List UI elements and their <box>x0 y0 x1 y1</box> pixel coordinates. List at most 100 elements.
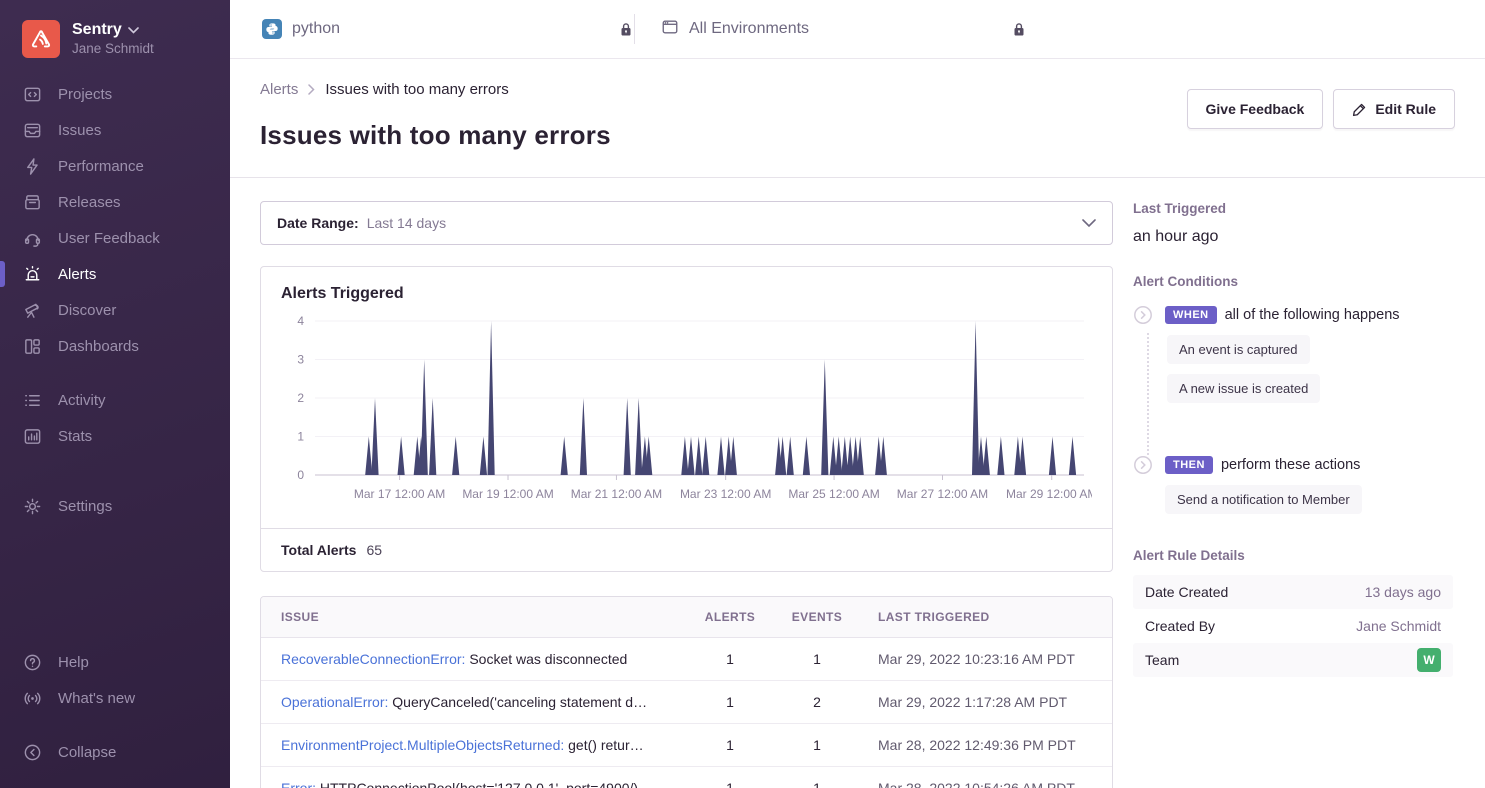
detail-row: Date Created 13 days ago <box>1133 575 1453 609</box>
last-triggered-heading: Last Triggered <box>1133 201 1453 216</box>
topbar: python All Environments <box>230 0 1485 59</box>
when-text: all of the following happens <box>1225 307 1400 323</box>
chart-canvas: 01234Mar 17 12:00 AMMar 19 12:00 AMMar 2… <box>281 313 1092 517</box>
sidebar-item-settings[interactable]: Settings <box>0 488 230 524</box>
table-row: EnvironmentProject.MultipleObjectsReturn… <box>261 724 1112 767</box>
breadcrumb: Alerts Issues with too many errors <box>260 81 611 98</box>
svg-text:Mar 25 12:00 AM: Mar 25 12:00 AM <box>788 487 879 501</box>
collapse-nav: Collapse <box>0 734 230 770</box>
detail-value: Jane Schmidt <box>1356 618 1441 634</box>
alerts-chart-card: Alerts Triggered 01234Mar 17 12:00 AMMar… <box>260 266 1113 572</box>
issue-link[interactable]: EnvironmentProject.MultipleObjectsReturn… <box>281 737 564 753</box>
alerts-icon <box>22 265 42 284</box>
events-count: 2 <box>774 694 860 710</box>
settings-nav: Settings <box>0 488 230 524</box>
action-pill: Send a notification to Member <box>1165 485 1362 514</box>
collapse-icon <box>22 743 42 762</box>
svg-text:Mar 27 12:00 AM: Mar 27 12:00 AM <box>897 487 988 501</box>
secondary-nav: Activity Stats <box>0 382 230 454</box>
sidebar-item-discover[interactable]: Discover <box>0 292 230 328</box>
when-badge: WHEN <box>1165 306 1217 324</box>
sidebar-item-stats[interactable]: Stats <box>0 418 230 454</box>
sidebar-collapse-button[interactable]: Collapse <box>0 734 230 770</box>
primary-nav: Projects Issues Performance Releases Use… <box>0 76 230 364</box>
svg-text:Mar 19 12:00 AM: Mar 19 12:00 AM <box>462 487 553 501</box>
chevron-right-icon <box>308 84 315 95</box>
discover-icon <box>22 301 42 320</box>
issue-link[interactable]: RecoverableConnectionError: <box>281 651 465 667</box>
chevron-down-icon <box>1082 219 1096 228</box>
detail-key: Team <box>1145 652 1179 668</box>
sidebar-item-projects[interactable]: Projects <box>0 76 230 112</box>
alerts-count: 1 <box>686 651 774 667</box>
issue-description: QueryCanceled('canceling statement d… <box>388 694 647 710</box>
user-feedback-icon <box>22 229 42 248</box>
stats-icon <box>22 427 42 446</box>
then-text: perform these actions <box>1221 457 1360 473</box>
breadcrumb-alerts-link[interactable]: Alerts <box>260 81 298 98</box>
issue-description: HTTPConnectionPool(host='127.0.0.1', por… <box>316 780 638 788</box>
give-feedback-button[interactable]: Give Feedback <box>1187 89 1324 129</box>
detail-row: Team W <box>1133 643 1453 677</box>
sidebar-item-alerts[interactable]: Alerts <box>0 256 230 292</box>
edit-rule-button[interactable]: Edit Rule <box>1333 89 1455 129</box>
org-switcher[interactable]: Sentry Jane Schmidt <box>0 16 230 76</box>
svg-text:2: 2 <box>297 391 304 405</box>
broadcast-icon <box>22 689 42 708</box>
issue-link[interactable]: Error: <box>281 780 316 788</box>
org-user: Jane Schmidt <box>72 41 154 58</box>
date-range-value: Last 14 days <box>367 215 446 231</box>
sidebar-item-label: Settings <box>58 498 112 515</box>
gear-icon <box>22 497 42 516</box>
sidebar-item-label: Help <box>58 654 89 671</box>
sidebar-item-dashboards[interactable]: Dashboards <box>0 328 230 364</box>
alerts-count: 1 <box>686 694 774 710</box>
activity-icon <box>22 391 42 410</box>
events-count: 1 <box>774 651 860 667</box>
sidebar-item-whats-new[interactable]: What's new <box>0 680 230 716</box>
then-actions: Send a notification to Member <box>1147 483 1453 514</box>
svg-text:Mar 17 12:00 AM: Mar 17 12:00 AM <box>354 487 445 501</box>
sidebar-item-user-feedback[interactable]: User Feedback <box>0 220 230 256</box>
footer-nav: Help What's new <box>0 644 230 716</box>
alerts-count: 1 <box>686 780 774 788</box>
performance-icon <box>22 157 42 176</box>
chevron-circle-icon <box>1133 305 1153 325</box>
issues-table: ISSUE ALERTS EVENTS LAST TRIGGERED Recov… <box>260 596 1113 788</box>
detail-row: Created By Jane Schmidt <box>1133 609 1453 643</box>
chart-footer: Total Alerts 65 <box>261 528 1112 571</box>
svg-text:Mar 21 12:00 AM: Mar 21 12:00 AM <box>571 487 662 501</box>
alerts-count: 1 <box>686 737 774 753</box>
sidebar-item-label: Alerts <box>58 266 96 283</box>
date-range-dropdown[interactable]: Date Range: Last 14 days <box>260 201 1113 245</box>
when-step: WHEN all of the following happens <box>1133 305 1453 325</box>
last-triggered-timestamp: Mar 28, 2022 12:49:36 PM PDT <box>860 737 1092 753</box>
issue-description: get() retur… <box>564 737 643 753</box>
alert-conditions-heading: Alert Conditions <box>1133 274 1453 289</box>
detail-value: 13 days ago <box>1365 584 1441 600</box>
dashboards-icon <box>22 337 42 356</box>
sidebar-item-performance[interactable]: Performance <box>0 148 230 184</box>
environment-selector[interactable]: All Environments <box>635 18 1027 41</box>
column-alerts: ALERTS <box>686 610 774 624</box>
sidebar-item-activity[interactable]: Activity <box>0 382 230 418</box>
lock-icon <box>618 21 634 38</box>
active-indicator <box>0 261 5 287</box>
sidebar-item-label: Activity <box>58 392 106 409</box>
column-last-triggered: LAST TRIGGERED <box>860 610 1092 624</box>
detail-key: Created By <box>1145 618 1215 634</box>
chevron-circle-icon <box>1133 455 1153 475</box>
table-row: Error: HTTPConnectionPool(host='127.0.0.… <box>261 767 1112 788</box>
issue-link[interactable]: OperationalError: <box>281 694 388 710</box>
project-selector[interactable]: python <box>262 19 634 39</box>
condition-pill: A new issue is created <box>1167 374 1320 403</box>
sidebar-item-label: Collapse <box>58 744 116 761</box>
sidebar-item-issues[interactable]: Issues <box>0 112 230 148</box>
sidebar-item-releases[interactable]: Releases <box>0 184 230 220</box>
then-badge: THEN <box>1165 456 1213 474</box>
team-avatar-badge: W <box>1417 648 1441 672</box>
last-triggered-timestamp: Mar 28, 2022 10:54:26 AM PDT <box>860 780 1092 788</box>
give-feedback-label: Give Feedback <box>1206 101 1305 117</box>
sidebar-item-help[interactable]: Help <box>0 644 230 680</box>
events-count: 1 <box>774 737 860 753</box>
